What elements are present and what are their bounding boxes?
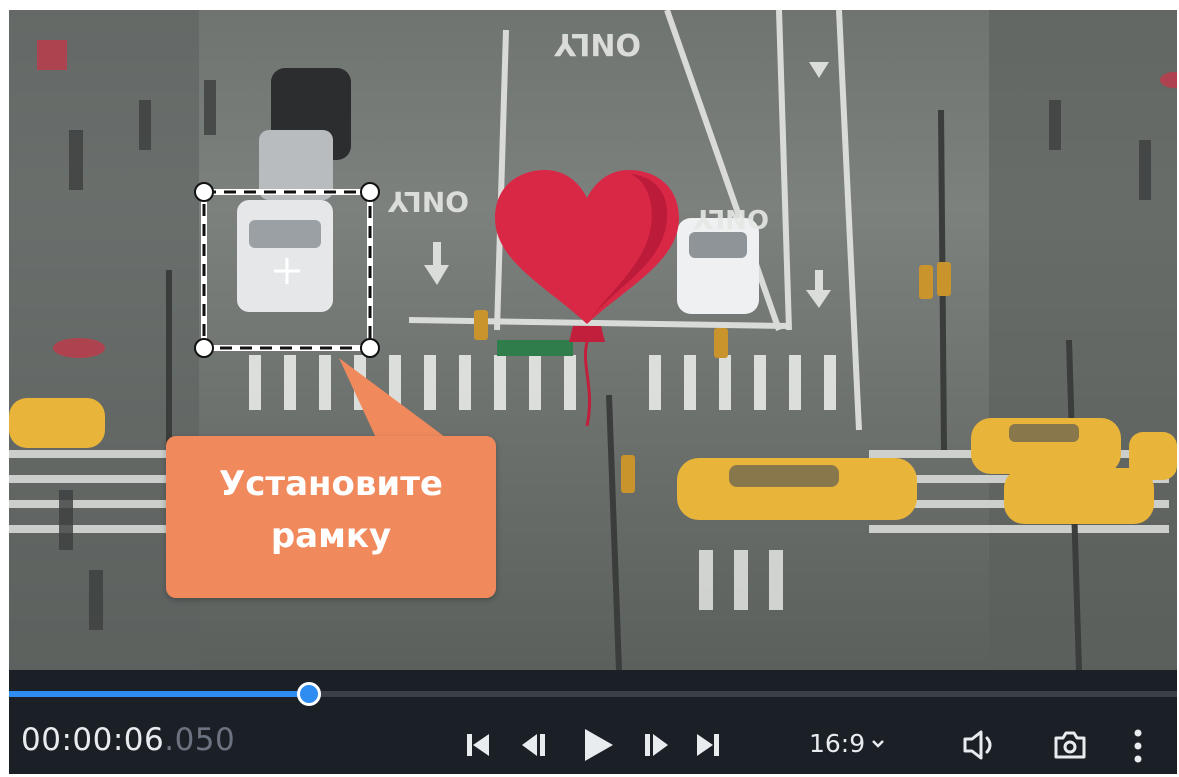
next-frame-icon	[645, 734, 668, 756]
chevron-down-icon	[871, 726, 885, 755]
skip-to-end-button[interactable]	[693, 730, 723, 760]
skip-to-end-icon	[697, 734, 719, 756]
volume-icon	[963, 730, 992, 760]
snapshot-button[interactable]	[1053, 730, 1087, 760]
callout-line-2: рамку	[270, 516, 392, 556]
timecode-main: 00:00:06	[21, 722, 165, 758]
heart-balloon-sticker[interactable]	[489, 166, 685, 436]
road-marking-text: ONLY	[693, 203, 769, 233]
more-vertical-icon	[1134, 729, 1142, 763]
hint-callout: Установите рамку	[166, 436, 496, 598]
timecode-milliseconds: .050	[164, 722, 236, 758]
more-options-button[interactable]	[1131, 728, 1145, 764]
move-crosshair-icon	[274, 258, 300, 284]
volume-button[interactable]	[961, 728, 1001, 762]
resize-handle-top-left[interactable]	[194, 182, 214, 202]
play-icon	[585, 729, 613, 761]
skip-to-start-icon	[467, 734, 489, 756]
video-player: ONLY ONLY ONLY Установите рамку 00:00:06…	[9, 10, 1177, 774]
next-frame-button[interactable]	[641, 730, 671, 760]
resize-handle-bottom-left[interactable]	[194, 338, 214, 358]
camera-icon	[1054, 731, 1086, 759]
aspect-ratio-value: 16:9	[809, 729, 866, 758]
road-marking-text: ONLY	[387, 185, 469, 218]
play-button[interactable]	[579, 726, 617, 764]
resize-handle-top-right[interactable]	[360, 182, 380, 202]
progress-bar[interactable]	[9, 691, 1177, 697]
previous-frame-icon	[522, 734, 545, 756]
playback-controls: 00:00:06.050 16:9	[9, 670, 1177, 774]
skip-to-start-button[interactable]	[463, 730, 493, 760]
video-viewport: ONLY ONLY ONLY Установите рамку	[9, 10, 1177, 670]
timecode: 00:00:06.050	[21, 722, 235, 758]
callout-line-1: Установите	[219, 464, 443, 504]
progress-fill	[9, 691, 310, 697]
road-marking-text: ONLY	[553, 26, 641, 61]
crop-selection-frame[interactable]	[192, 180, 388, 364]
aspect-ratio-select[interactable]: 16:9	[809, 726, 885, 758]
previous-frame-button[interactable]	[519, 730, 549, 760]
progress-handle[interactable]	[297, 682, 322, 706]
callout-pointer	[339, 358, 449, 440]
